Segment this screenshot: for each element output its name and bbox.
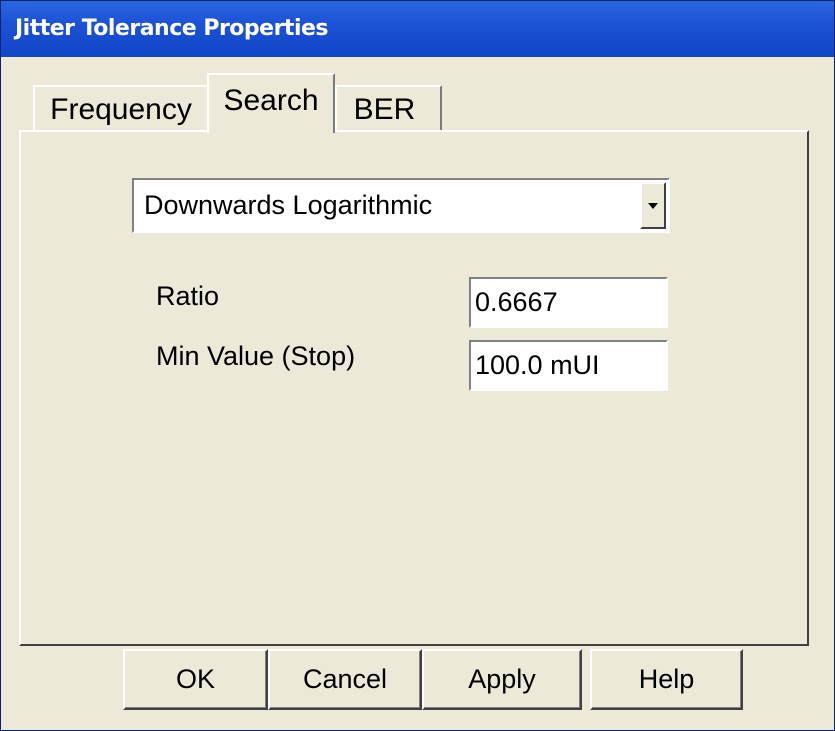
dialog-window: Jitter Tolerance Properties Frequency BE… (0, 0, 835, 731)
ok-button[interactable]: OK (123, 649, 268, 710)
apply-button[interactable]: Apply (422, 649, 582, 710)
help-button[interactable]: Help (590, 649, 743, 710)
ratio-label: Ratio (156, 281, 220, 311)
min-value-field[interactable] (469, 340, 668, 391)
dialog-client-area: Frequency BER Search Downwards Logarithm… (10, 57, 825, 724)
search-mode-dropdown-button[interactable] (640, 182, 666, 229)
window-title: Jitter Tolerance Properties (1, 1, 834, 57)
search-mode-value: Downwards Logarithmic (144, 190, 433, 220)
tab-frequency-label: Frequency (50, 93, 192, 126)
tab-frequency[interactable]: Frequency (33, 85, 209, 131)
ratio-field[interactable] (469, 277, 668, 328)
tab-search[interactable]: Search (207, 73, 335, 133)
tab-ber[interactable]: BER (335, 85, 442, 131)
tab-ber-label: BER (353, 93, 416, 126)
search-mode-select[interactable]: Downwards Logarithmic (132, 178, 670, 233)
chevron-down-icon (648, 203, 658, 209)
min-value-label: Min Value (Stop) (156, 341, 356, 371)
tab-search-label: Search (223, 84, 319, 117)
cancel-button[interactable]: Cancel (268, 649, 422, 710)
